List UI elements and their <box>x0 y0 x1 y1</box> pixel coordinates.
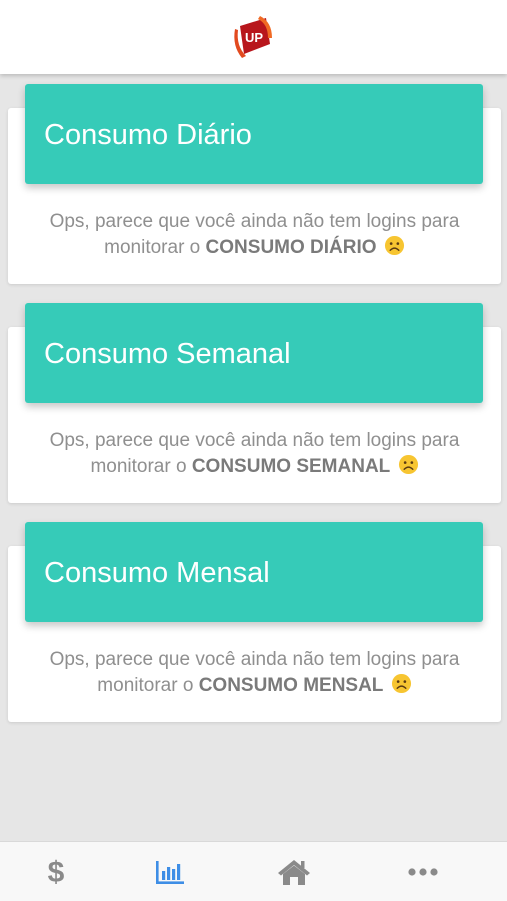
weekly-consumption-title: Consumo Semanal <box>44 338 291 370</box>
monthly-consumption-title: Consumo Mensal <box>44 557 270 589</box>
svg-text:$: $ <box>48 857 65 887</box>
monthly-consumption-banner: Consumo Mensal <box>25 522 483 622</box>
card-weekly-consumption: Consumo Semanal Ops, parece que você ain… <box>8 303 501 503</box>
tab-consumption[interactable] <box>130 842 210 901</box>
daily-consumption-title: Consumo Diário <box>44 119 252 151</box>
home-icon <box>278 859 310 885</box>
app-header: UP <box>0 0 507 74</box>
weekly-consumption-banner: Consumo Semanal <box>25 303 483 403</box>
up-logo-icon: UP <box>234 16 272 58</box>
monthly-empty-message: Ops, parece que você ainda não tem login… <box>8 647 501 699</box>
bar-chart-icon <box>156 860 184 884</box>
bottom-tab-bar: $ <box>0 841 507 901</box>
sad-face-icon <box>391 673 411 694</box>
more-icon <box>408 867 438 876</box>
monthly-message-highlight: CONSUMO MENSAL <box>198 675 384 696</box>
sad-face-icon <box>398 454 418 475</box>
tab-payments[interactable]: $ <box>16 842 96 901</box>
card-daily-consumption: Consumo Diário Ops, parece que você aind… <box>8 84 501 284</box>
weekly-message-highlight: CONSUMO SEMANAL <box>191 456 391 477</box>
tab-more[interactable] <box>383 842 463 901</box>
tab-home[interactable] <box>254 842 334 901</box>
daily-empty-message: Ops, parece que você ainda não tem login… <box>8 209 501 261</box>
svg-text:UP: UP <box>245 30 263 45</box>
sad-face-icon <box>384 235 404 256</box>
daily-message-highlight: CONSUMO DIÁRIO <box>205 237 377 258</box>
card-monthly-consumption: Consumo Mensal Ops, parece que você aind… <box>8 522 501 722</box>
weekly-empty-message: Ops, parece que você ainda não tem login… <box>8 428 501 480</box>
daily-consumption-banner: Consumo Diário <box>25 84 483 184</box>
dollar-icon: $ <box>48 857 65 887</box>
